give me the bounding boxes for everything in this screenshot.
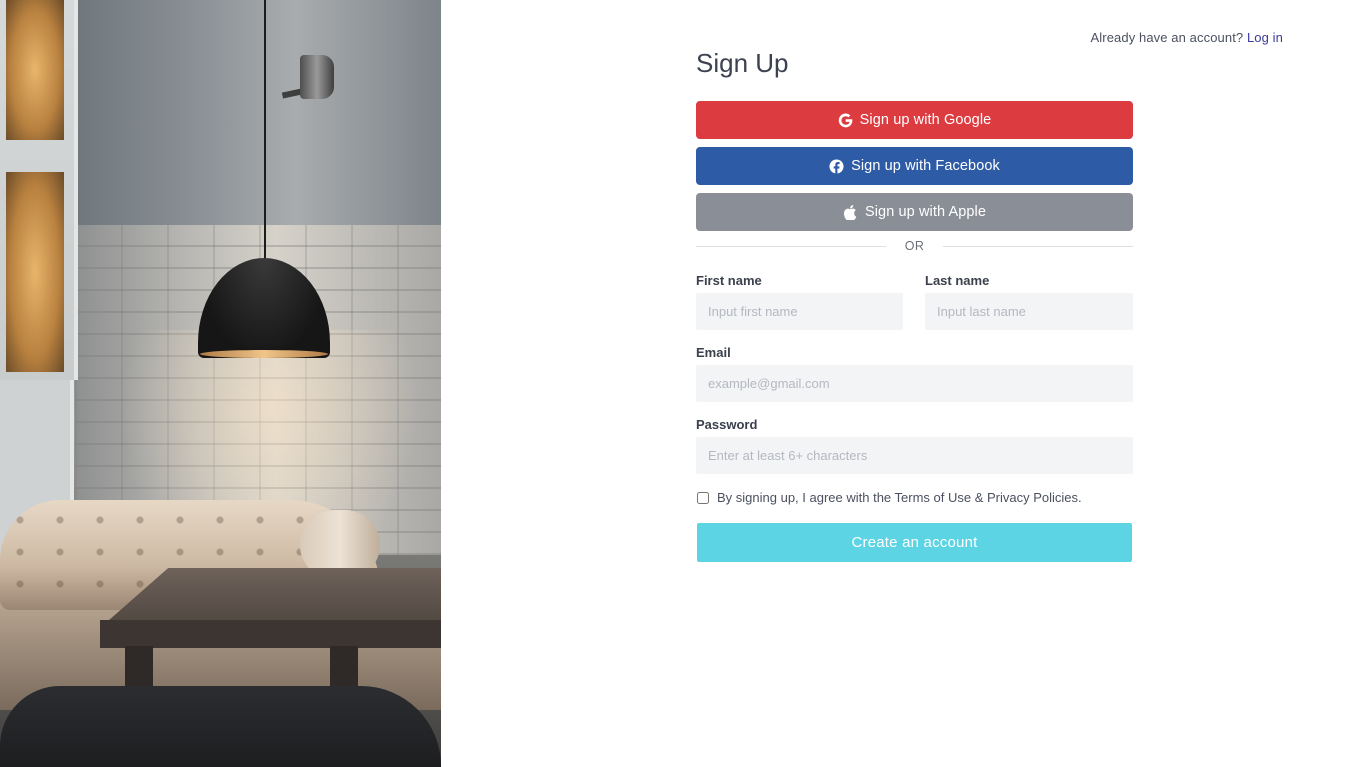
email-input[interactable]	[696, 365, 1133, 402]
photo-wall	[75, 0, 441, 260]
apple-signup-button[interactable]: Sign up with Apple	[696, 193, 1133, 231]
first-name-group: First name	[696, 273, 903, 330]
login-link[interactable]: Log in	[1247, 30, 1283, 45]
photo-shelf-light-top	[6, 0, 64, 140]
email-group: Email	[696, 345, 1133, 402]
or-divider: OR	[696, 239, 1133, 253]
photo-lamp-glow	[200, 350, 328, 358]
facebook-signup-button[interactable]: Sign up with Facebook	[696, 147, 1133, 185]
first-name-input[interactable]	[696, 293, 903, 330]
hero-photo	[0, 0, 441, 767]
login-hint: Already have an account? Log in	[1091, 30, 1283, 45]
photo-table-apron	[100, 620, 441, 648]
photo-lamp-cord	[264, 0, 266, 262]
google-signup-button[interactable]: Sign up with Google	[696, 101, 1133, 139]
name-row: First name Last name	[696, 273, 1133, 330]
create-account-button[interactable]: Create an account	[697, 523, 1132, 562]
photo-sconce	[300, 55, 334, 99]
signup-form: Sign Up Sign up with Google Sign up with…	[696, 48, 1133, 562]
apple-icon	[843, 204, 858, 220]
facebook-signup-label: Sign up with Facebook	[851, 158, 1000, 174]
page-title: Sign Up	[696, 48, 789, 78]
facebook-icon	[829, 158, 844, 174]
password-group: Password	[696, 417, 1133, 474]
password-input[interactable]	[696, 437, 1133, 474]
last-name-label: Last name	[925, 273, 990, 288]
terms-agreement: By signing up, I agree with the Terms of…	[696, 490, 1133, 505]
apple-signup-label: Sign up with Apple	[864, 204, 987, 220]
google-icon	[838, 112, 853, 128]
login-prompt: Already have an account?	[1090, 30, 1244, 45]
photo-shelf	[0, 0, 78, 380]
google-signup-label: Sign up with Google	[859, 112, 992, 128]
photo-chair	[0, 686, 441, 767]
terms-checkbox[interactable]	[697, 491, 709, 504]
email-label: Email	[696, 345, 731, 360]
last-name-group: Last name	[925, 273, 1133, 330]
first-name-label: First name	[696, 273, 762, 288]
last-name-input[interactable]	[925, 293, 1133, 330]
photo-shelf-light-bottom	[6, 172, 64, 372]
divider-line	[943, 246, 1133, 247]
password-label: Password	[696, 417, 758, 432]
terms-text: By signing up, I agree with the Terms of…	[717, 490, 1082, 505]
